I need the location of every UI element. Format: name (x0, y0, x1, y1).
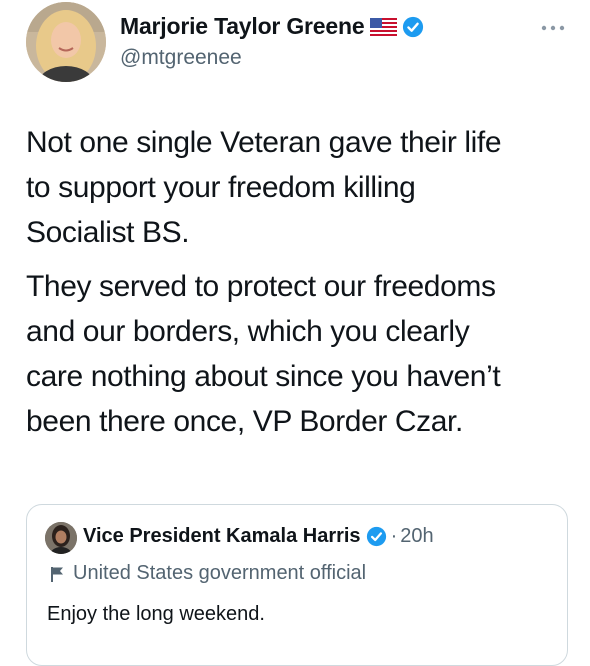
tweet-paragraph-1: Not one single Veteran gave their life t… (26, 126, 502, 249)
tweet-body: Not one single Veteran gave their life t… (26, 120, 571, 444)
tweet-paragraph-2: They served to protect our freedoms and … (26, 270, 501, 438)
more-horizontal-icon[interactable] (540, 23, 566, 33)
quoted-header: Vice President Kamala Harris · 20h (83, 525, 434, 548)
verified-badge-icon (366, 526, 386, 547)
us-flag-icon (370, 17, 398, 36)
government-label-text: United States government official (73, 562, 367, 584)
quoted-timestamp[interactable]: 20h (400, 525, 433, 548)
flag-pennant-icon (51, 566, 63, 582)
government-label: United States government official (47, 562, 366, 585)
quoted-tweet-text: Enjoy the long weekend. (47, 603, 265, 625)
author-display-name[interactable]: Marjorie Taylor Greene (120, 13, 365, 40)
author-handle[interactable]: @mtgreenee (120, 46, 242, 70)
author-avatar[interactable] (26, 2, 106, 82)
quoted-tweet-card[interactable]: Vice President Kamala Harris · 20h Unite… (26, 504, 568, 666)
author-name-row: Marjorie Taylor Greene (120, 13, 424, 40)
quoted-separator: · (390, 525, 398, 547)
verified-badge-icon (403, 16, 424, 37)
quoted-author-avatar[interactable] (45, 522, 77, 554)
quoted-display-name[interactable]: Vice President Kamala Harris (83, 525, 361, 548)
